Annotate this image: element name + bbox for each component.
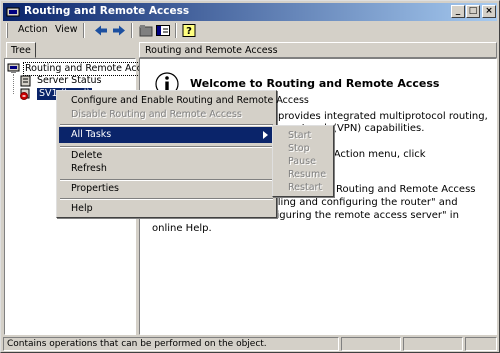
app-window: Routing and Remote Access _ □ × Action V…: [0, 0, 500, 353]
submenu-item-label: Restart: [288, 182, 323, 193]
welcome-line: online Help.: [152, 223, 212, 234]
toolbar-separator: [131, 23, 133, 38]
menu-separator: [60, 198, 273, 200]
tree-tab-bar: Tree: [4, 42, 134, 58]
minimize-button[interactable]: _: [451, 5, 465, 18]
menu-item-label: All Tasks: [71, 129, 112, 140]
submenu-item-label: Stop: [288, 143, 310, 154]
close-icon: ×: [485, 6, 493, 16]
forward-arrow-icon[interactable]: [111, 23, 127, 38]
submenu-arrow-icon: [263, 131, 268, 139]
toolbar-separator: [175, 23, 177, 38]
tree-item-label: Server Status: [37, 75, 102, 86]
menu-action[interactable]: Action: [18, 24, 48, 35]
welcome-title: Welcome to Routing and Remote Access: [190, 77, 440, 90]
menu-item-label: Help: [71, 203, 93, 214]
details-header: Routing and Remote Access: [139, 42, 497, 58]
submenu-item-label: Start: [288, 130, 312, 141]
menu-item-disable: Disable Routing and Remote Access: [59, 107, 274, 123]
svg-text:?: ?: [186, 26, 192, 37]
maximize-button[interactable]: □: [466, 5, 480, 18]
toolbar-separator: [83, 23, 85, 38]
back-arrow-icon[interactable]: [93, 23, 109, 38]
server-stopped-icon: [20, 88, 30, 100]
title-bar[interactable]: Routing and Remote Access _ □ ×: [3, 3, 497, 21]
menu-item-refresh[interactable]: Refresh: [59, 161, 274, 177]
help-icon[interactable]: ?: [181, 23, 197, 38]
submenu-item-label: Pause: [288, 156, 316, 167]
welcome-line: lling and configuring the router" and: [275, 197, 458, 208]
menu-view[interactable]: View: [55, 24, 78, 35]
routing-app-icon: [6, 7, 20, 17]
maximize-icon: □: [468, 6, 478, 16]
status-text: Contains operations that can be performe…: [3, 337, 339, 351]
up-folder-icon[interactable]: [138, 23, 154, 38]
status-message: Contains operations that can be performe…: [7, 339, 267, 349]
menu-item-all-tasks[interactable]: All Tasks: [59, 127, 274, 143]
menu-item-label: Refresh: [71, 163, 107, 174]
server-group-icon: [7, 63, 20, 73]
menu-item-properties[interactable]: Properties: [59, 181, 274, 197]
status-panel: [403, 337, 463, 351]
status-panel: [465, 337, 497, 351]
status-panel: [341, 337, 401, 351]
menu-item-label: Delete: [71, 150, 103, 161]
welcome-line: provides integrated multiprotocol routin…: [278, 111, 488, 122]
welcome-line: figuring the remote access server" in: [273, 210, 459, 221]
window-title: Routing and Remote Access: [24, 5, 190, 17]
menu-item-help[interactable]: Help: [59, 201, 274, 217]
menu-item-label: Disable Routing and Remote Access: [71, 109, 242, 120]
minimize-icon: _: [455, 6, 461, 16]
menu-toolbar: Action View ?: [3, 21, 497, 41]
tree-line: [13, 74, 14, 94]
show-hide-tree-icon[interactable]: [155, 23, 171, 38]
grip: [6, 23, 8, 38]
menu-item-label: Properties: [71, 183, 120, 194]
submenu-item-restart: Restart: [275, 180, 331, 196]
all-tasks-submenu: Start Stop Pause Resume Restart: [272, 125, 334, 197]
tab-tree-label: Tree: [11, 45, 31, 56]
welcome-line: Routing and Remote Access: [336, 184, 476, 195]
close-button[interactable]: ×: [482, 5, 496, 18]
context-menu: Configure and Enable Routing and Remote …: [56, 90, 309, 218]
details-header-label: Routing and Remote Access: [145, 45, 278, 56]
menu-separator: [60, 124, 273, 126]
submenu-item-label: Resume: [288, 169, 327, 180]
status-bar: Contains operations that can be performe…: [3, 336, 497, 351]
server-status-icon: [20, 75, 31, 87]
menu-item-label: Configure and Enable Routing and Remote …: [71, 95, 309, 106]
tab-tree[interactable]: Tree: [6, 42, 36, 58]
